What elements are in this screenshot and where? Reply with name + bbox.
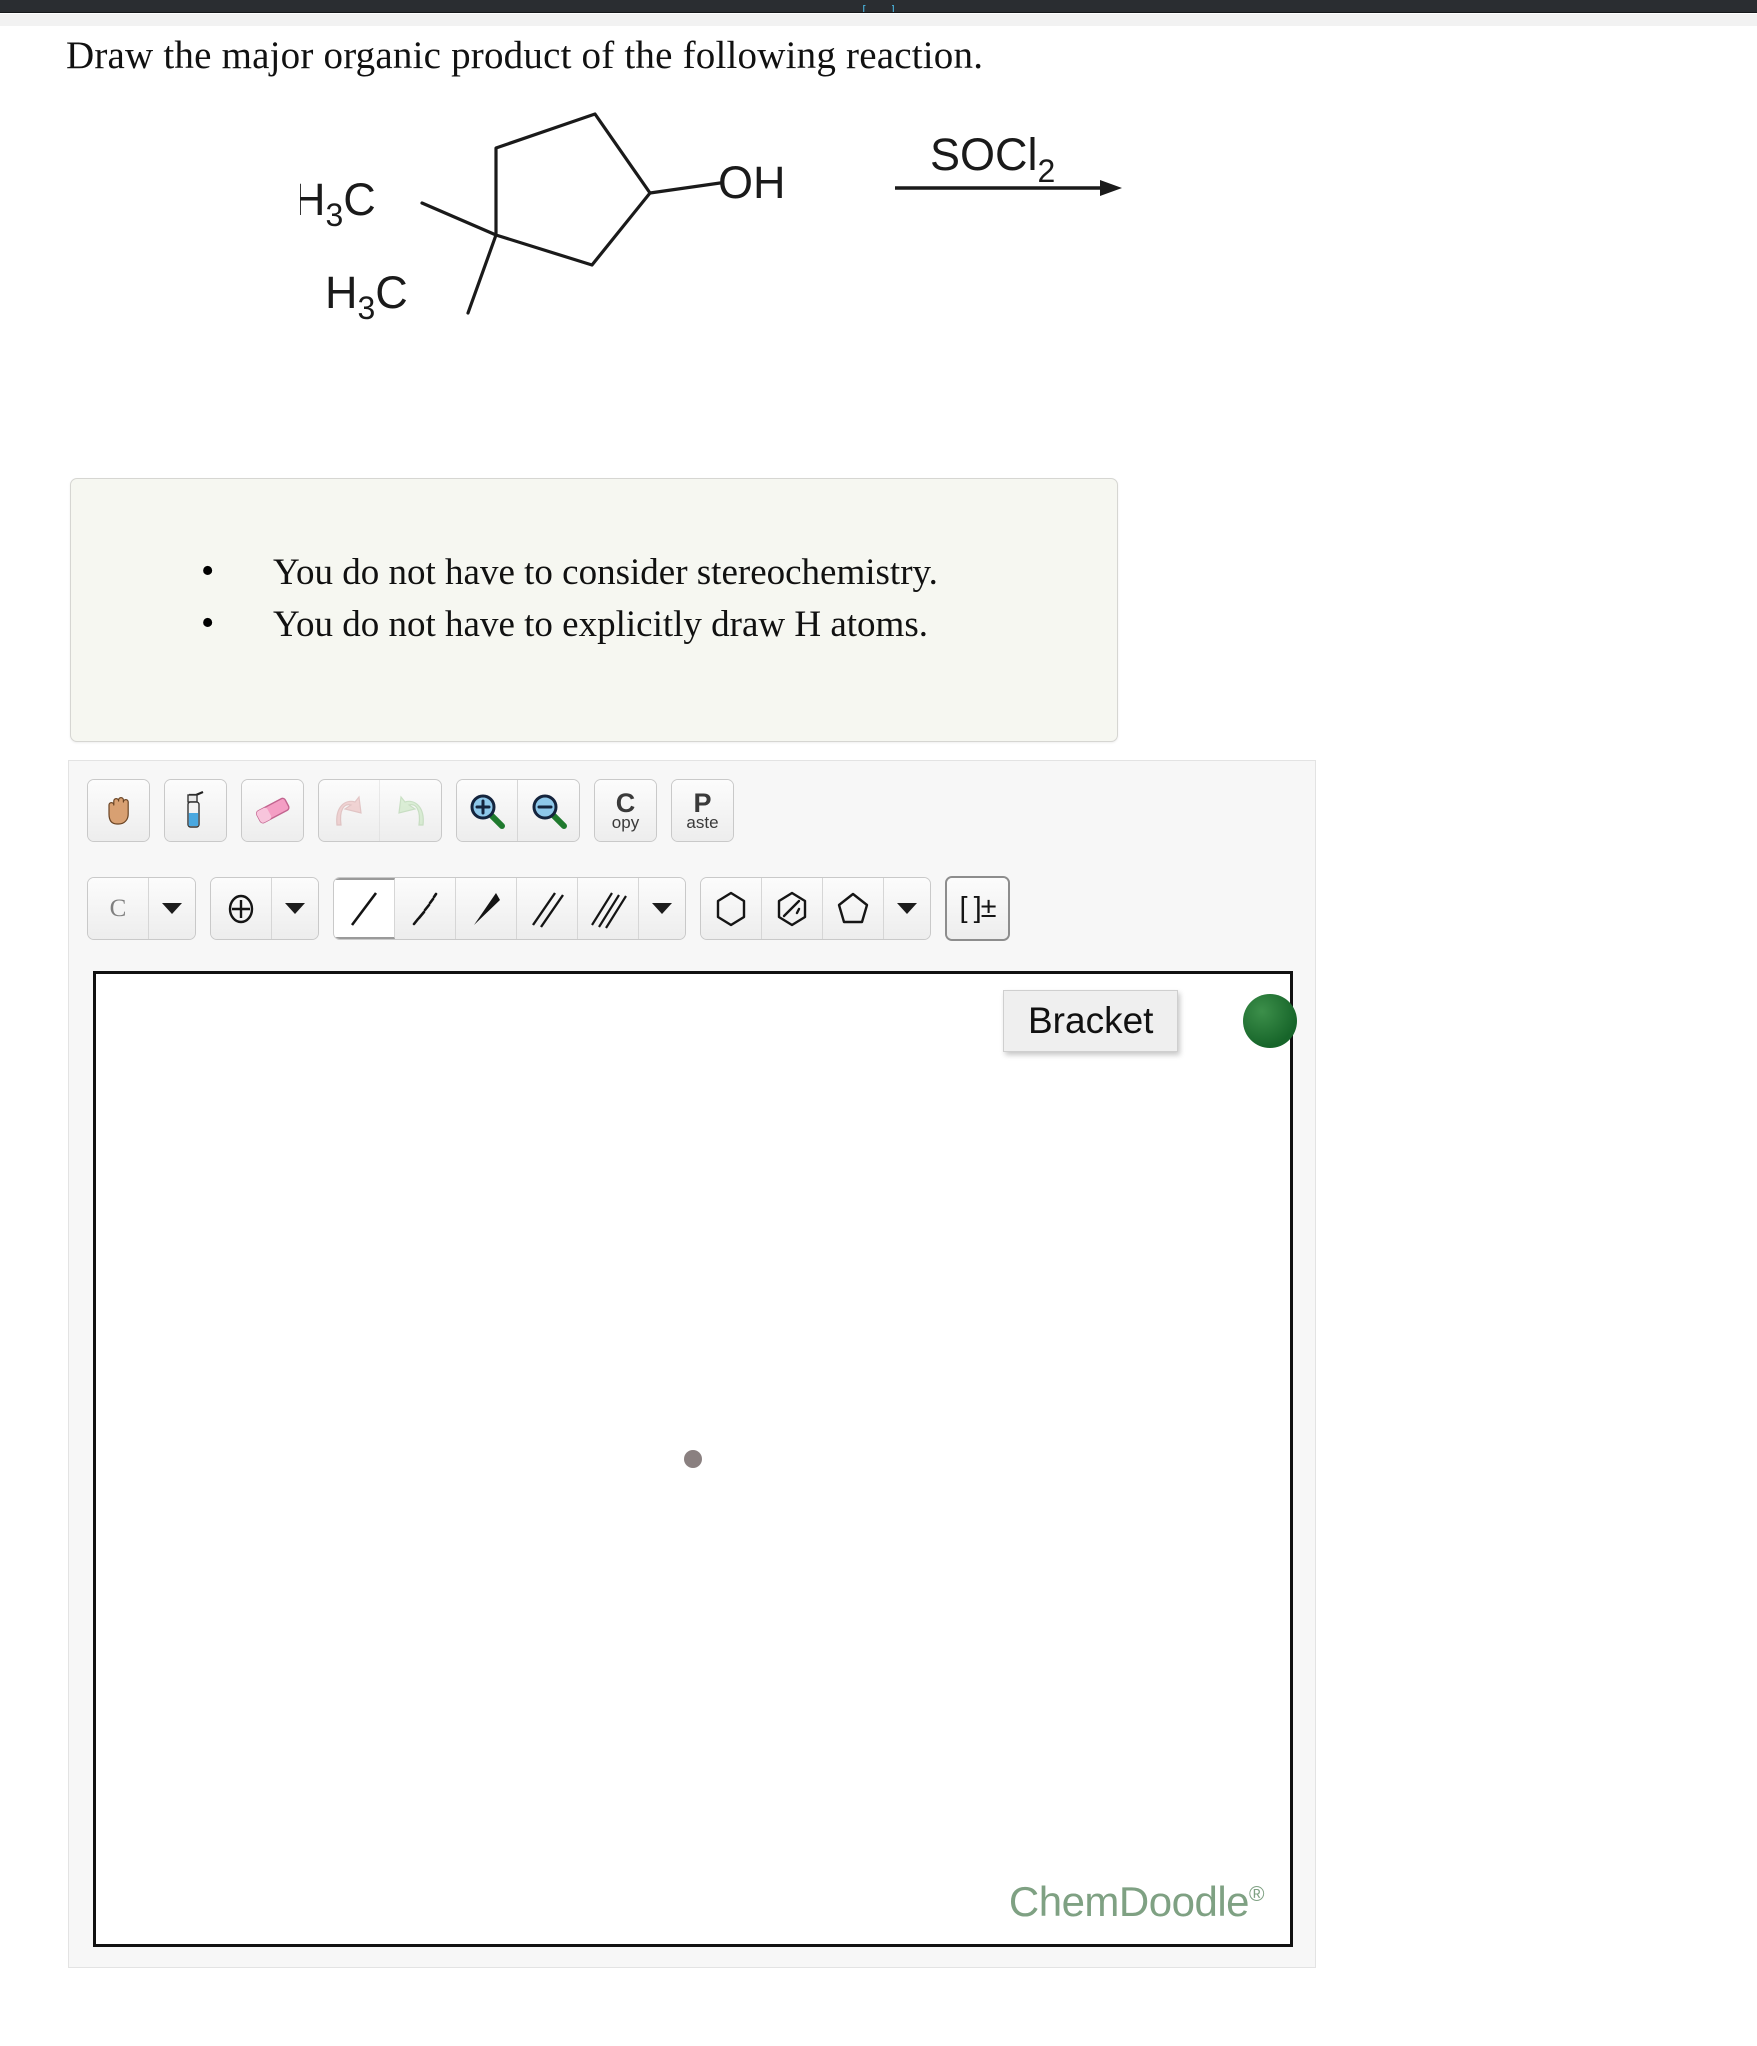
toolbar-group-element: C [87,877,196,940]
ring-dropdown-button[interactable] [884,878,930,939]
canvas-center-atom-dot[interactable] [684,1450,702,1468]
copy-label: C opy [611,790,640,832]
double-bond-button[interactable] [517,878,578,939]
drawing-canvas[interactable]: ChemDoodle® [93,971,1293,1947]
paste-icon[interactable]: P aste [672,780,733,841]
chemdoodle-logo: ChemDoodle® [1008,1878,1265,1926]
single-bond-icon [350,891,378,926]
page-top-strip [0,14,1757,26]
list-item: You do not have to consider stereochemis… [201,545,938,599]
hydroxyl-label: OH [718,157,786,208]
element-label: C [109,894,127,922]
sketcher-toolbar-row-2: C []± [87,876,1010,941]
chevron-down-icon [162,903,182,914]
hash-wedge-bond-button[interactable] [395,878,456,939]
element-dropdown-button[interactable] [149,878,195,939]
element-button[interactable]: C [88,878,149,939]
copy-icon[interactable]: C opy [595,780,656,841]
cyclopentane-skeleton [420,112,722,315]
aromatic-ring-button[interactable] [762,878,823,939]
zoom-out-icon-glyph [532,794,567,829]
methyl-label-upper: H3C [300,174,376,233]
triple-bond-button[interactable] [578,878,639,939]
cyclopentane-ring-icon [837,892,869,923]
single-bond-button[interactable] [334,878,395,939]
double-bond-icon [532,891,564,928]
bracket-icon: [ ]± [959,892,996,924]
hash-wedge-bond-icon [412,892,438,925]
benzene-ring-button[interactable] [701,878,762,939]
charge-dropdown-button[interactable] [272,878,318,939]
toolbar-group-bracket: [ ]± [945,876,1010,941]
methyl-label-lower: H3C [325,267,408,326]
toolbar-group-charge [210,877,319,940]
instructions-list: You do not have to consider stereochemis… [201,545,938,651]
reaction-scheme: H3C H3C OH SOCl2 [300,100,1200,380]
reaction-scheme-svg: H3C H3C OH SOCl2 [300,112,1122,326]
reagent-label: SOCl2 [930,129,1055,189]
toolbar-group-erase [241,779,304,842]
page-title: Draw the major organic product of the fo… [66,34,984,77]
chevron-down-icon [652,903,672,914]
eraser-icon-glyph [255,797,290,823]
redo-arrow-icon-glyph [397,795,424,826]
toolbar-group-zoom [456,779,580,842]
sketcher-toolbar-row-1: C opy P aste [87,779,734,842]
paste-label: P aste [686,790,719,832]
topbar-fragment: ] [891,5,895,12]
hand-icon[interactable] [88,780,149,841]
zoom-in-icon-glyph [470,794,505,829]
undo-arrow-icon-glyph [336,795,362,826]
aromatic-ring-icon [777,891,807,926]
triple-bond-icon [591,891,627,929]
cyclopentane-ring-button[interactable] [823,878,884,939]
chevron-down-icon [285,903,305,914]
list-item: You do not have to explicitly draw H ato… [201,597,938,651]
toolbar-group-bonds [333,877,686,940]
wedge-bond-icon [474,892,500,925]
eraser-icon[interactable] [242,780,303,841]
chemdoodle-logo-text: ChemDoodle [1008,1878,1250,1925]
toolbar-group-rings [700,877,931,940]
chemdoodle-sketcher-panel: C opy P aste C []± ChemDoodle® [68,760,1316,1968]
wedge-bond-button[interactable] [456,878,517,939]
tooltip-green-knob-icon [1243,994,1297,1048]
spray-bottle-icon-glyph [186,790,203,828]
redo-arrow-icon[interactable] [380,780,441,841]
reaction-arrow [895,180,1122,196]
toolbar-group-copy: C opy [594,779,657,842]
registered-mark-icon: ® [1249,1883,1264,1906]
toolbar-group-undo-redo [318,779,442,842]
paste-label-sub: aste [686,813,719,832]
hand-icon-glyph [107,796,129,825]
toolbar-group-paste: P aste [671,779,734,842]
charge-icon [228,894,254,923]
bracket-button[interactable]: [ ]± [947,878,1008,939]
benzene-ring-icon [716,891,746,926]
bond-dropdown-button[interactable] [639,878,685,939]
toolbar-group-clear [164,779,227,842]
chevron-down-icon [897,903,917,914]
charge-button[interactable] [211,878,272,939]
copy-label-sub: opy [611,813,640,832]
spray-bottle-icon[interactable] [165,780,226,841]
instructions-callout: You do not have to consider stereochemis… [70,478,1118,742]
tooltip: Bracket [1003,990,1179,1052]
undo-arrow-icon[interactable] [319,780,380,841]
topbar-text-fragments: [ ] [0,0,1757,12]
zoom-out-icon[interactable] [518,780,579,841]
toolbar-group-move [87,779,150,842]
topbar-fragment: [ [862,5,866,12]
zoom-in-icon[interactable] [457,780,518,841]
browser-top-bar: [ ] [0,0,1757,13]
